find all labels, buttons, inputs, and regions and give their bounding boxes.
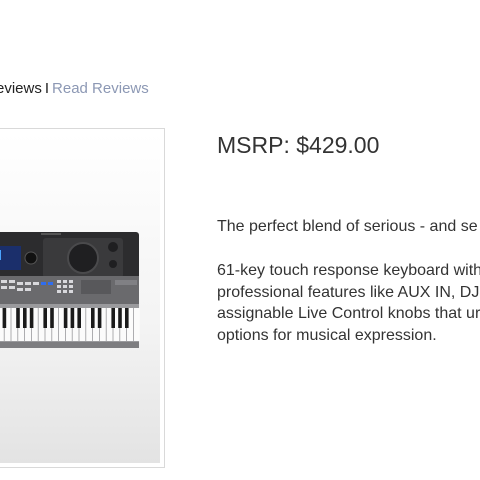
keyboard-dial <box>24 251 38 265</box>
description-line: 61-key touch response keyboard with <box>217 262 480 279</box>
black-key <box>50 308 54 328</box>
product-description: 61-key touch response keyboard with prof… <box>217 260 480 346</box>
keyboard-product-image <box>0 232 140 348</box>
black-key <box>43 308 47 328</box>
keyboard-speaker <box>67 242 99 274</box>
description-line: professional features like AUX IN, DJ <box>217 283 480 301</box>
product-tagline: The perfect blend of serious - and se <box>217 218 478 235</box>
read-reviews-link[interactable]: Read Reviews <box>52 80 149 97</box>
white-key <box>133 308 140 341</box>
reviews-bar: eviews I Read Reviews <box>0 80 149 98</box>
black-key <box>97 308 102 328</box>
keyboard-knob <box>109 260 117 268</box>
black-key <box>125 308 129 328</box>
keyboard-label-panel <box>81 280 111 294</box>
description-line: assignable Live Control knobs that ur <box>217 305 480 322</box>
black-key <box>118 308 122 328</box>
product-image-frame[interactable] <box>0 128 165 468</box>
black-key <box>70 308 75 328</box>
reviews-count-label: eviews <box>0 80 42 97</box>
black-key <box>23 308 27 328</box>
product-page: eviews I Read Reviews MSRP: $429.00 The … <box>0 0 480 480</box>
keyboard-display-glow <box>0 250 1 260</box>
reviews-separator: I <box>44 80 50 97</box>
keyboard-tweeter <box>108 242 118 252</box>
keyboard-front-rail <box>0 342 139 348</box>
black-key <box>2 308 7 328</box>
keyboard-logo-strip <box>115 280 137 285</box>
msrp-price: MSRP: $429.00 <box>217 132 380 158</box>
keyboard-handle <box>41 233 61 235</box>
black-key <box>63 308 68 328</box>
keyboard-display <box>0 246 21 270</box>
black-key <box>77 308 81 328</box>
description-line: options for musical expression. <box>217 326 437 344</box>
black-key <box>91 308 95 328</box>
black-key <box>29 308 34 328</box>
black-key <box>16 308 20 328</box>
black-key <box>111 308 115 328</box>
